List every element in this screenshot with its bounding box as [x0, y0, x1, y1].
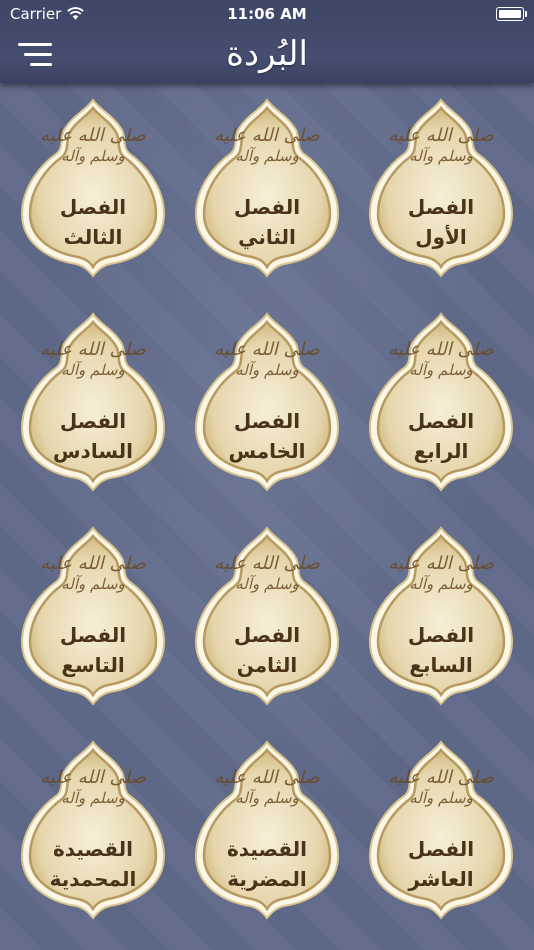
- calligraphy-line1: صلى الله عليه: [40, 125, 147, 146]
- salawat-calligraphy: صلى الله عليه وسلم وآله: [18, 554, 168, 594]
- chapter-tile-12[interactable]: صلى الله عليه وسلم وآله القصيدة المحمدية: [18, 738, 168, 920]
- chapter-label-line1: الفصل: [59, 409, 127, 433]
- salawat-calligraphy: صلى الله عليه وسلم وآله: [366, 340, 516, 380]
- calligraphy-line1: صلى الله عليه: [214, 767, 321, 788]
- screen: Carrier 11:06 AM البُردة صلى الله عليه و…: [0, 0, 534, 950]
- chapter-tile-7[interactable]: صلى الله عليه وسلم وآله الفصل السابع: [366, 524, 516, 706]
- chapter-label-line1: الفصل: [233, 195, 301, 219]
- chapter-label-line2: الخامس: [228, 439, 306, 463]
- chapter-label-line2: السابع: [409, 653, 473, 677]
- calligraphy-line2: وسلم وآله: [235, 361, 300, 379]
- calligraphy-line2: وسلم وآله: [61, 575, 126, 593]
- salawat-calligraphy: صلى الله عليه وسلم وآله: [366, 126, 516, 166]
- calligraphy-line2: وسلم وآله: [409, 575, 474, 593]
- chapter-label-line1: الفصل: [407, 409, 475, 433]
- salawat-calligraphy: صلى الله عليه وسلم وآله: [192, 768, 342, 808]
- chapter-label: الفصل الرابع: [366, 406, 516, 466]
- calligraphy-line2: وسلم وآله: [61, 147, 126, 165]
- calligraphy-line1: صلى الله عليه: [388, 339, 495, 360]
- calligraphy-line1: صلى الله عليه: [388, 767, 495, 788]
- chapter-label: الفصل الثامن: [192, 620, 342, 680]
- top-bar: Carrier 11:06 AM البُردة: [0, 0, 534, 83]
- calligraphy-line1: صلى الله عليه: [40, 339, 147, 360]
- salawat-calligraphy: صلى الله عليه وسلم وآله: [18, 126, 168, 166]
- chapter-label: الفصل الثاني: [192, 192, 342, 252]
- chapter-grid: صلى الله عليه وسلم وآله الفصل الأول صلى …: [0, 96, 534, 920]
- chapter-label: الفصل السادس: [18, 406, 168, 466]
- chapter-tile-5[interactable]: صلى الله عليه وسلم وآله الفصل الخامس: [192, 310, 342, 492]
- chapter-label: الفصل الخامس: [192, 406, 342, 466]
- salawat-calligraphy: صلى الله عليه وسلم وآله: [366, 554, 516, 594]
- calligraphy-line1: صلى الله عليه: [40, 553, 147, 574]
- chapter-label: القصيدة المحمدية: [18, 834, 168, 894]
- calligraphy-line2: وسلم وآله: [409, 789, 474, 807]
- calligraphy-line1: صلى الله عليه: [40, 767, 147, 788]
- chapter-tile-10[interactable]: صلى الله عليه وسلم وآله الفصل العاشر: [366, 738, 516, 920]
- chapter-label-line2: الثاني: [238, 225, 296, 249]
- calligraphy-line2: وسلم وآله: [409, 361, 474, 379]
- chapter-tile-9[interactable]: صلى الله عليه وسلم وآله الفصل التاسع: [18, 524, 168, 706]
- chapter-label-line1: الفصل: [407, 837, 475, 861]
- chapter-label-line1: الفصل: [233, 409, 301, 433]
- chapter-label-line2: المضرية: [227, 867, 307, 891]
- chapter-label-line1: الفصل: [59, 195, 127, 219]
- status-bar: Carrier 11:06 AM: [0, 0, 534, 28]
- calligraphy-line1: صلى الله عليه: [388, 553, 495, 574]
- salawat-calligraphy: صلى الله عليه وسلم وآله: [192, 554, 342, 594]
- chapter-label-line1: القصيدة: [227, 837, 307, 861]
- chapter-label: الفصل العاشر: [366, 834, 516, 894]
- calligraphy-line1: صلى الله عليه: [214, 125, 321, 146]
- app-title-logo: البُردة: [226, 34, 308, 74]
- chapter-tile-8[interactable]: صلى الله عليه وسلم وآله الفصل الثامن: [192, 524, 342, 706]
- calligraphy-line2: وسلم وآله: [235, 147, 300, 165]
- chapter-label-line1: القصيدة: [53, 837, 133, 861]
- clock: 11:06 AM: [227, 5, 307, 23]
- calligraphy-line2: وسلم وآله: [235, 789, 300, 807]
- chapter-label-line2: الثامن: [236, 653, 298, 677]
- calligraphy-line2: وسلم وآله: [235, 575, 300, 593]
- calligraphy-line2: وسلم وآله: [61, 789, 126, 807]
- chapter-label-line1: الفصل: [407, 195, 475, 219]
- salawat-calligraphy: صلى الله عليه وسلم وآله: [18, 768, 168, 808]
- chapter-tile-1[interactable]: صلى الله عليه وسلم وآله الفصل الأول: [366, 96, 516, 278]
- calligraphy-line2: وسلم وآله: [409, 147, 474, 165]
- chapter-label: الفصل السابع: [366, 620, 516, 680]
- chapter-tile-6[interactable]: صلى الله عليه وسلم وآله الفصل السادس: [18, 310, 168, 492]
- calligraphy-line1: صلى الله عليه: [214, 553, 321, 574]
- chapter-label-line2: السادس: [52, 439, 134, 463]
- salawat-calligraphy: صلى الله عليه وسلم وآله: [192, 126, 342, 166]
- chapter-tile-4[interactable]: صلى الله عليه وسلم وآله الفصل الرابع: [366, 310, 516, 492]
- chapter-label-line1: الفصل: [407, 623, 475, 647]
- calligraphy-line1: صلى الله عليه: [388, 125, 495, 146]
- chapter-label: القصيدة المضرية: [192, 834, 342, 894]
- chapter-label-line2: العاشر: [408, 867, 474, 891]
- salawat-calligraphy: صلى الله عليه وسلم وآله: [18, 340, 168, 380]
- chapter-tile-2[interactable]: صلى الله عليه وسلم وآله الفصل الثاني: [192, 96, 342, 278]
- chapter-tile-3[interactable]: صلى الله عليه وسلم وآله الفصل الثالث: [18, 96, 168, 278]
- salawat-calligraphy: صلى الله عليه وسلم وآله: [366, 768, 516, 808]
- chapter-label-line2: الرابع: [413, 439, 469, 463]
- battery-icon: [496, 7, 527, 21]
- chapter-label-line2: المحمدية: [49, 867, 137, 891]
- chapter-label: الفصل الثالث: [18, 192, 168, 252]
- chapter-tile-11[interactable]: صلى الله عليه وسلم وآله القصيدة المضرية: [192, 738, 342, 920]
- calligraphy-line2: وسلم وآله: [61, 361, 126, 379]
- chapter-label-line2: التاسع: [61, 653, 125, 677]
- chapter-label-line2: الأول: [415, 225, 467, 249]
- chapter-label-line2: الثالث: [63, 225, 123, 249]
- chapter-label-line1: الفصل: [59, 623, 127, 647]
- chapter-label: الفصل الأول: [366, 192, 516, 252]
- chapter-label-line1: الفصل: [233, 623, 301, 647]
- salawat-calligraphy: صلى الله عليه وسلم وآله: [192, 340, 342, 380]
- chapter-label: الفصل التاسع: [18, 620, 168, 680]
- calligraphy-line1: صلى الله عليه: [214, 339, 321, 360]
